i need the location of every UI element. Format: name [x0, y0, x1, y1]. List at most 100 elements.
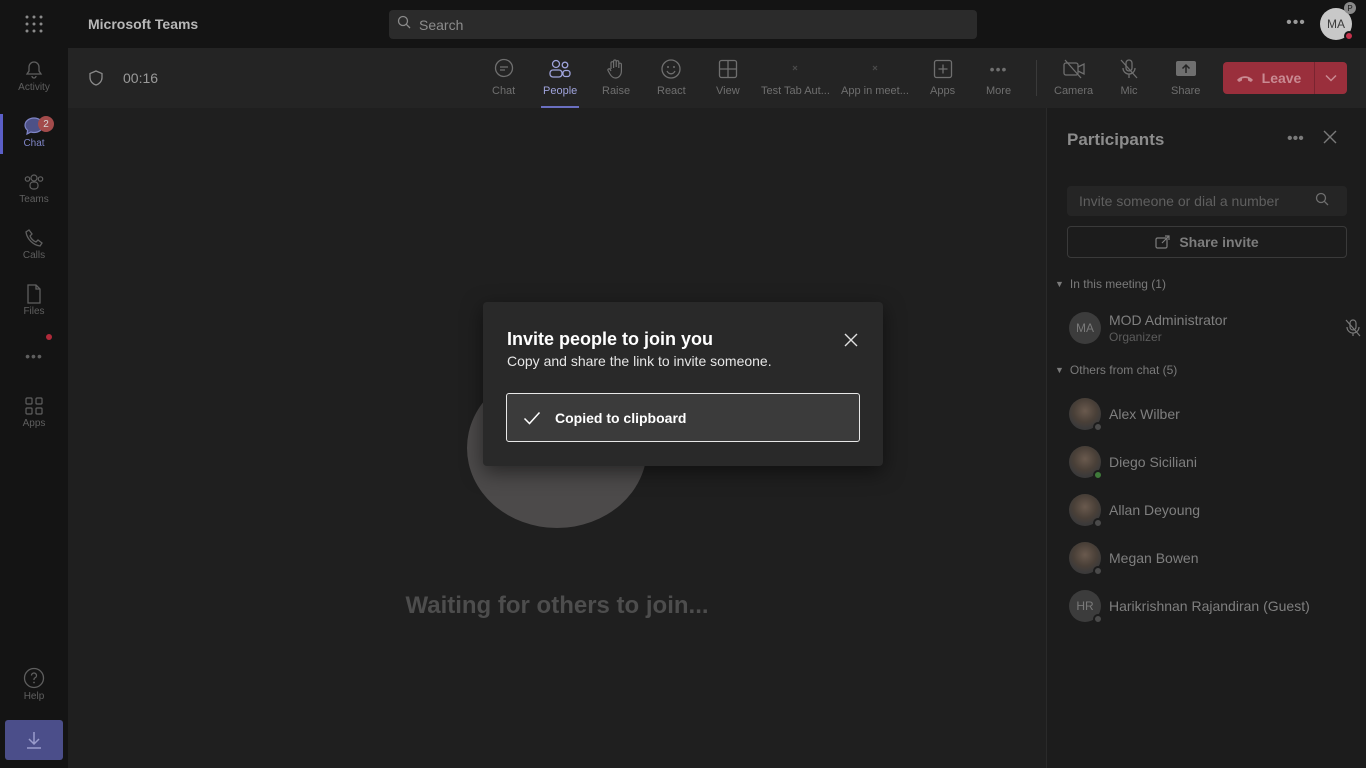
rail-item-more[interactable]: ••• — [0, 328, 68, 384]
avatar: MA — [1069, 312, 1101, 344]
file-icon — [27, 283, 41, 304]
search-box[interactable] — [389, 10, 977, 39]
participant-role: Organizer — [1109, 330, 1162, 344]
apps-control-button[interactable]: Apps — [930, 58, 955, 104]
rail-item-files[interactable]: Files — [0, 272, 68, 328]
in-meeting-section-header[interactable]: ▼ In this meeting (1) — [1055, 277, 1166, 291]
more-control-button[interactable]: ••• More — [986, 58, 1011, 104]
avatar: HR — [1069, 590, 1103, 624]
panel-title: Participants — [1067, 130, 1165, 149]
avatar-badge: P — [1344, 2, 1356, 14]
more-icon: ••• — [25, 348, 43, 364]
invite-field[interactable] — [1067, 186, 1347, 216]
participant-name: MOD Administrator Organizer — [1109, 312, 1227, 344]
avatar — [1069, 494, 1103, 528]
status-offline-icon — [1093, 614, 1103, 624]
participant-row[interactable]: MA MOD Administrator Organizer — [1069, 310, 1361, 346]
dialog-subtitle: Copy and share the link to invite someon… — [507, 353, 772, 369]
control-label: Chat — [492, 85, 516, 97]
rail-label: Teams — [19, 193, 49, 205]
close-icon[interactable] — [843, 332, 859, 348]
close-icon[interactable] — [1323, 130, 1337, 149]
control-label: App in meet... — [841, 85, 909, 97]
download-button[interactable] — [5, 720, 63, 760]
caret-down-icon: ▼ — [1055, 279, 1064, 289]
hang-up-icon — [1236, 76, 1253, 82]
share-icon — [1175, 61, 1196, 76]
people-control-button[interactable]: People — [540, 58, 580, 108]
rail-item-calls[interactable]: Calls — [0, 216, 68, 272]
chat-control-button[interactable]: Chat — [492, 58, 515, 104]
participant-row[interactable]: Allan Deyoung — [1069, 492, 1349, 528]
section-label: In this meeting (1) — [1069, 277, 1166, 291]
panel-more-icon[interactable]: ••• — [1287, 130, 1304, 148]
caret-down-icon: ▼ — [1055, 365, 1064, 375]
leave-main-button[interactable]: Leave — [1223, 62, 1315, 94]
rail-item-apps[interactable]: Apps — [0, 384, 68, 440]
download-icon — [27, 732, 41, 749]
raise-hand-button[interactable]: Raise — [602, 58, 630, 104]
share-invite-button[interactable]: Share invite — [1067, 226, 1347, 258]
rail-label: Apps — [22, 417, 46, 429]
rail-item-activity[interactable]: Activity — [0, 48, 68, 104]
participant-name: Diego Siciliani — [1109, 454, 1197, 470]
control-label: People — [543, 85, 578, 97]
participant-row[interactable]: Diego Siciliani — [1069, 444, 1349, 480]
toolbar-divider — [1036, 60, 1037, 96]
app-in-meeting-button[interactable]: App in meet... — [841, 58, 909, 104]
react-button[interactable]: React — [657, 58, 686, 104]
share-invite-icon — [1155, 235, 1170, 249]
settings-more-icon[interactable]: ••• — [1284, 14, 1308, 34]
rail-item-help[interactable]: Help — [0, 656, 68, 712]
view-button[interactable]: View — [716, 58, 740, 104]
app-rail: Activity 2 Chat Teams Calls Files ••• Ap… — [0, 48, 68, 768]
rail-item-chat[interactable]: 2 Chat — [0, 104, 68, 160]
camera-button[interactable]: Camera — [1054, 58, 1093, 104]
rail-label: Calls — [22, 249, 46, 261]
app-launcher-icon[interactable] — [0, 0, 68, 48]
mic-button[interactable]: Mic — [1118, 58, 1140, 104]
hand-icon — [607, 59, 623, 79]
camera-off-icon — [1062, 59, 1085, 79]
control-label: Raise — [602, 85, 631, 97]
checkmark-icon — [523, 411, 541, 425]
avatar-initials: HR — [1076, 599, 1094, 613]
status-offline-icon — [1093, 566, 1103, 576]
status-available-icon — [1093, 470, 1103, 480]
copied-to-clipboard-button[interactable]: Copied to clipboard — [506, 393, 860, 442]
status-offline-icon — [1093, 422, 1103, 432]
rail-label: Activity — [18, 81, 50, 93]
leave-dropdown[interactable] — [1315, 62, 1347, 94]
teams-window: Microsoft Teams ••• MA P Activity 2 Chat… — [0, 0, 1366, 768]
phone-icon — [25, 228, 43, 247]
section-label: Others from chat (5) — [1069, 363, 1178, 377]
control-label: Camera — [1054, 85, 1094, 97]
participants-panel: Participants ••• Share invite ▼ In this … — [1046, 108, 1366, 768]
ellipsis-icon: ••• — [989, 61, 1008, 77]
participant-row[interactable]: Alex Wilber — [1069, 396, 1349, 432]
shield-icon[interactable] — [88, 70, 104, 91]
others-section-header[interactable]: ▼ Others from chat (5) — [1055, 363, 1177, 377]
rail-item-teams[interactable]: Teams — [0, 160, 68, 216]
mic-off-icon[interactable] — [1345, 319, 1361, 342]
profile-avatar[interactable]: MA P — [1320, 2, 1356, 41]
app-icon — [872, 65, 878, 71]
participant-row[interactable]: HR Harikrishnan Rajandiran (Guest) — [1069, 588, 1349, 624]
participant-name: Alex Wilber — [1109, 406, 1180, 422]
avatar-initials: MA — [1327, 17, 1345, 31]
invite-input[interactable] — [1079, 193, 1315, 209]
dialog-title: Invite people to join you — [507, 329, 714, 349]
share-button[interactable]: Share — [1171, 58, 1200, 104]
test-tab-app-button[interactable]: Test Tab Aut... — [761, 58, 830, 104]
plus-box-icon — [933, 59, 952, 79]
leave-label: Leave — [1261, 70, 1302, 86]
participant-name: Harikrishnan Rajandiran (Guest) — [1109, 598, 1310, 614]
search-input[interactable] — [419, 16, 939, 33]
leave-button[interactable]: Leave — [1223, 62, 1347, 94]
avatar — [1069, 398, 1103, 432]
people-icon — [549, 59, 571, 78]
chat-badge: 2 — [38, 116, 54, 132]
participant-row[interactable]: Megan Bowen — [1069, 540, 1349, 576]
teams-icon — [24, 173, 44, 190]
control-label: Apps — [930, 85, 956, 97]
